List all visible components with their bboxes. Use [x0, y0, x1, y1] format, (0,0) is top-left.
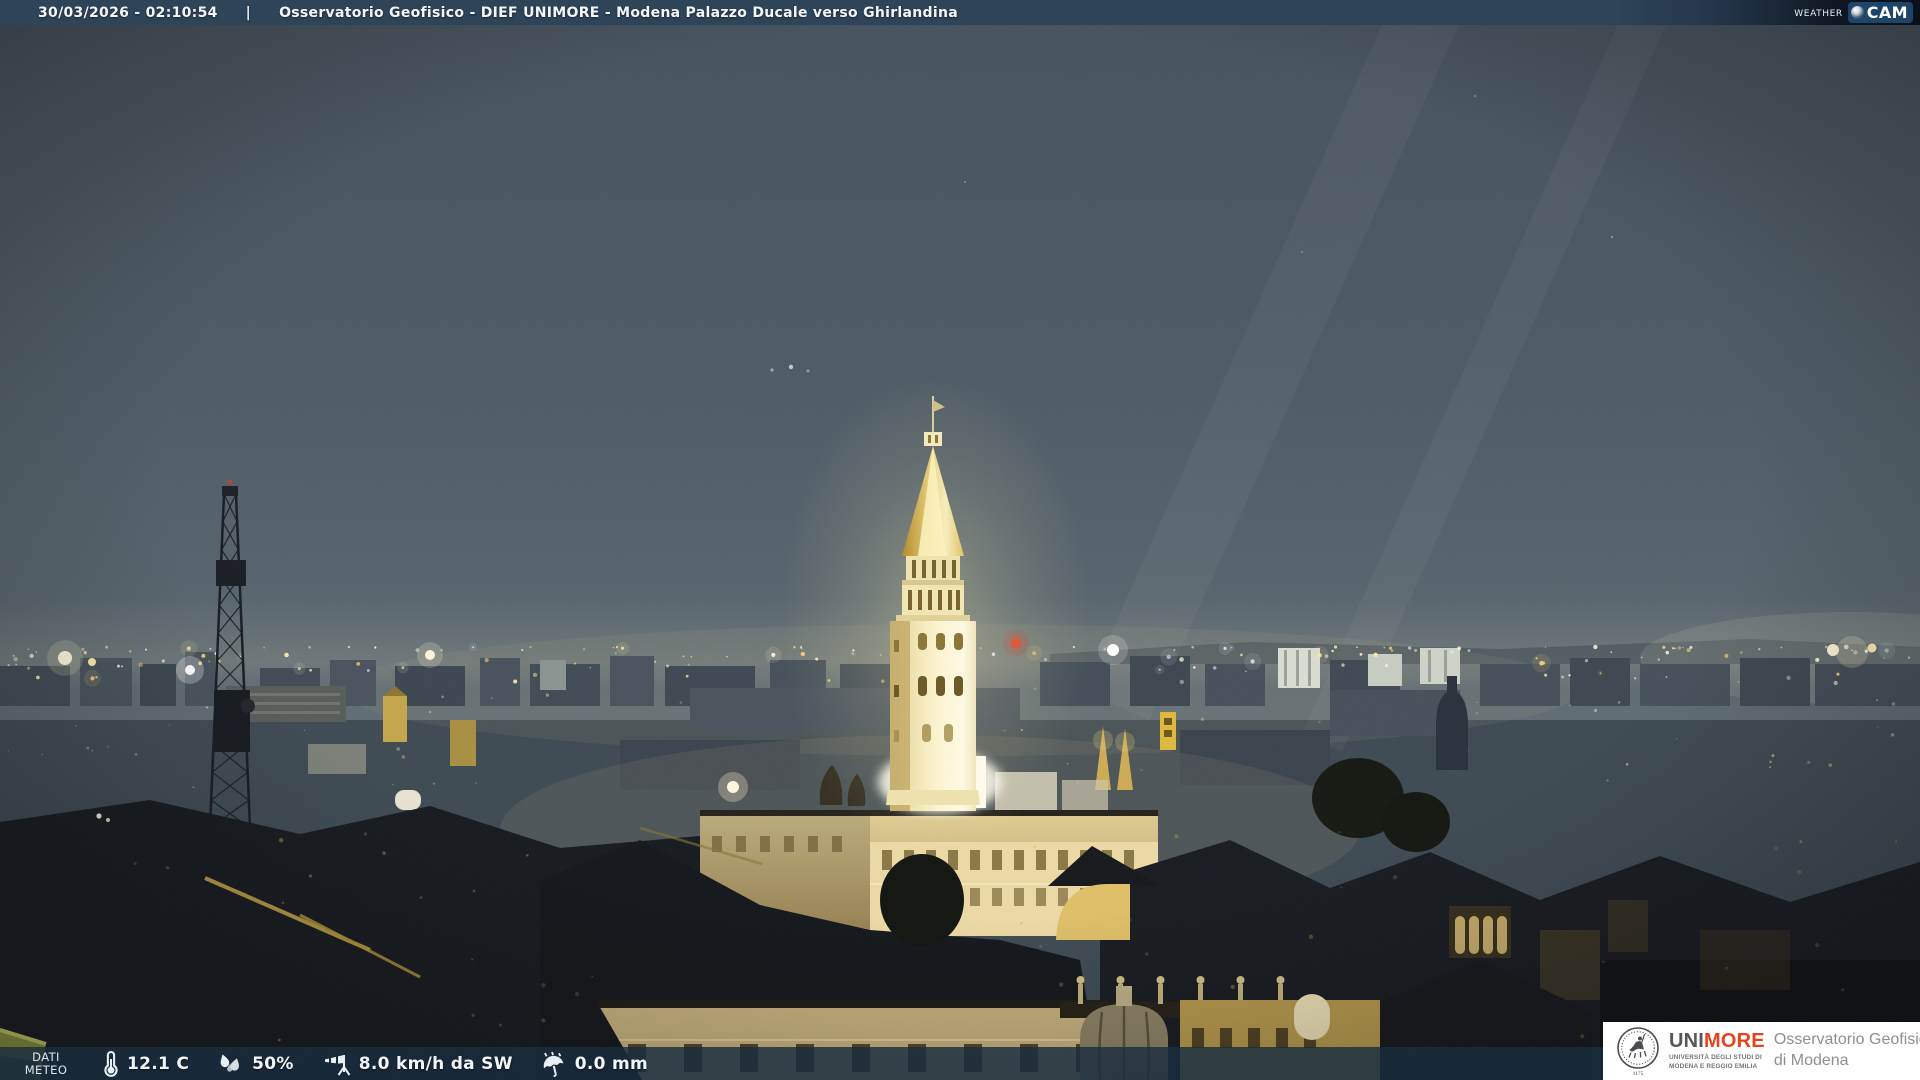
camera-title: Osservatorio Geofisico - DIEF UNIMORE - … — [279, 4, 958, 21]
webcam-frame: 30/03/2026 - 02:10:54 | Osservatorio Geo… — [0, 0, 1920, 1080]
unimore-wordmark: UNIMORE UNIVERSITÀ DEGLI STUDI DI MODENA… — [1669, 1031, 1765, 1071]
unimore-seal-icon: 1175 — [1617, 1027, 1659, 1077]
weathercam-word-cam: CAM — [1866, 3, 1908, 22]
webcam-photo — [0, 0, 1920, 1080]
wind-value: 8.0 km/h da SW — [358, 1053, 513, 1074]
timestamp: 30/03/2026 - 02:10:54 — [38, 4, 218, 21]
wordmark-uni: UNI — [1669, 1030, 1705, 1053]
globe-icon — [1850, 6, 1864, 19]
wordmark-more: MORE — [1704, 1030, 1765, 1053]
temperature-reading: 12.1 C — [103, 1050, 189, 1077]
humidity-value: 50% — [252, 1053, 294, 1074]
temperature-value: 12.1 C — [127, 1053, 190, 1074]
seal-year: 1175 — [1633, 1071, 1644, 1077]
rain-reading: 0.0 mm — [540, 1051, 648, 1077]
timestamp-bar: 30/03/2026 - 02:10:54 | Osservatorio Geo… — [0, 0, 1920, 25]
university-subtitle: UNIVERSITÀ DEGLI STUDI DI MODENA E REGGI… — [1669, 1054, 1762, 1070]
thermometer-icon — [104, 1050, 118, 1077]
weather-data-label: DATI METEO — [24, 1049, 68, 1077]
umbrella-rain-icon — [543, 1051, 564, 1077]
sensor-grain — [0, 0, 1920, 1080]
rain-value: 0.0 mm — [574, 1053, 649, 1074]
humidity-icon — [220, 1053, 240, 1072]
weathercam-watermark: Weather CAM — [1794, 0, 1913, 25]
observatory-name: Osservatorio Geofisico di Modena — [1773, 1031, 1920, 1069]
wind-reading: 8.0 km/h da SW — [321, 1051, 513, 1077]
unimore-logo-box: 1175 UNIMORE UNIVERSITÀ DEGLI STUDI DI M… — [1603, 1022, 1920, 1080]
separator: | — [245, 4, 252, 21]
humidity-reading: 50% — [216, 1052, 294, 1076]
weathercam-word-weather: Weather — [1794, 5, 1843, 20]
weathercam-badge: CAM — [1847, 2, 1913, 23]
windsock-icon — [324, 1054, 351, 1076]
